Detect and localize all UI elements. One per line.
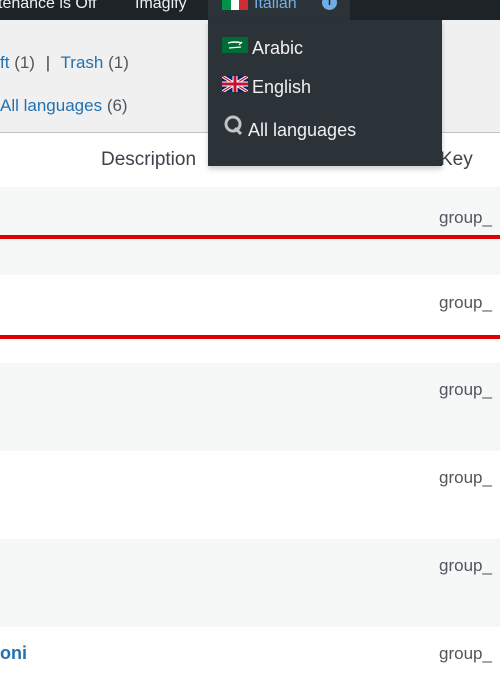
table-row[interactable]: group_: [0, 451, 500, 539]
draft-count: (1): [14, 53, 35, 72]
italy-flag-icon: [222, 0, 248, 15]
language-option-label: English: [252, 77, 312, 97]
admin-bar: tenance is Off Imagify Italian i: [0, 0, 500, 20]
key-cell: group_: [439, 556, 492, 575]
info-icon[interactable]: i: [322, 0, 337, 10]
column-header-description[interactable]: Description: [101, 149, 196, 171]
key-cell: group_: [439, 208, 492, 227]
view-trash-link[interactable]: Trash: [61, 53, 104, 72]
table-row[interactable]: oni group_: [0, 627, 500, 700]
highlight-line: [0, 335, 500, 339]
key-cell: group_: [439, 468, 492, 487]
table-row[interactable]: group_: [0, 275, 500, 363]
imagify-menu[interactable]: Imagify: [135, 0, 187, 18]
table-row[interactable]: group_: [0, 539, 500, 627]
language-dropdown-menu: Arabic English All languages: [208, 20, 442, 166]
current-language-label: Italian: [254, 0, 297, 12]
field-group-title-link[interactable]: oni: [0, 643, 27, 664]
trash-count: (1): [108, 53, 129, 72]
highlight-line: [0, 235, 500, 239]
status-views: ft (1) | Trash (1): [0, 53, 129, 73]
all-languages-count: (6): [106, 96, 128, 115]
language-option-all[interactable]: All languages: [222, 114, 357, 144]
table-row[interactable]: group_: [0, 187, 500, 275]
view-all-languages-link[interactable]: All languages: [0, 96, 102, 115]
key-cell: group_: [439, 293, 492, 312]
column-header-key[interactable]: Key: [440, 149, 473, 171]
language-views: All languages (6): [0, 96, 128, 116]
view-separator: |: [45, 53, 51, 72]
translate-icon: [222, 114, 244, 144]
table-row[interactable]: group_: [0, 363, 500, 451]
language-option-label: Arabic: [252, 38, 304, 58]
uk-flag-icon: [221, 72, 249, 100]
language-option-arabic[interactable]: Arabic: [222, 34, 303, 62]
key-cell: group_: [439, 380, 492, 399]
language-option-label: All languages: [248, 120, 357, 140]
key-cell: group_: [439, 644, 492, 663]
language-option-english[interactable]: English: [221, 72, 312, 101]
saudi-arabia-flag-icon: [222, 33, 248, 61]
language-switcher[interactable]: Italian i: [208, 0, 350, 20]
field-groups-table: Description Key group_ group_ group_ gro…: [0, 132, 500, 700]
view-draft-link[interactable]: ft: [0, 53, 9, 72]
maintenance-status[interactable]: tenance is Off: [0, 0, 96, 18]
